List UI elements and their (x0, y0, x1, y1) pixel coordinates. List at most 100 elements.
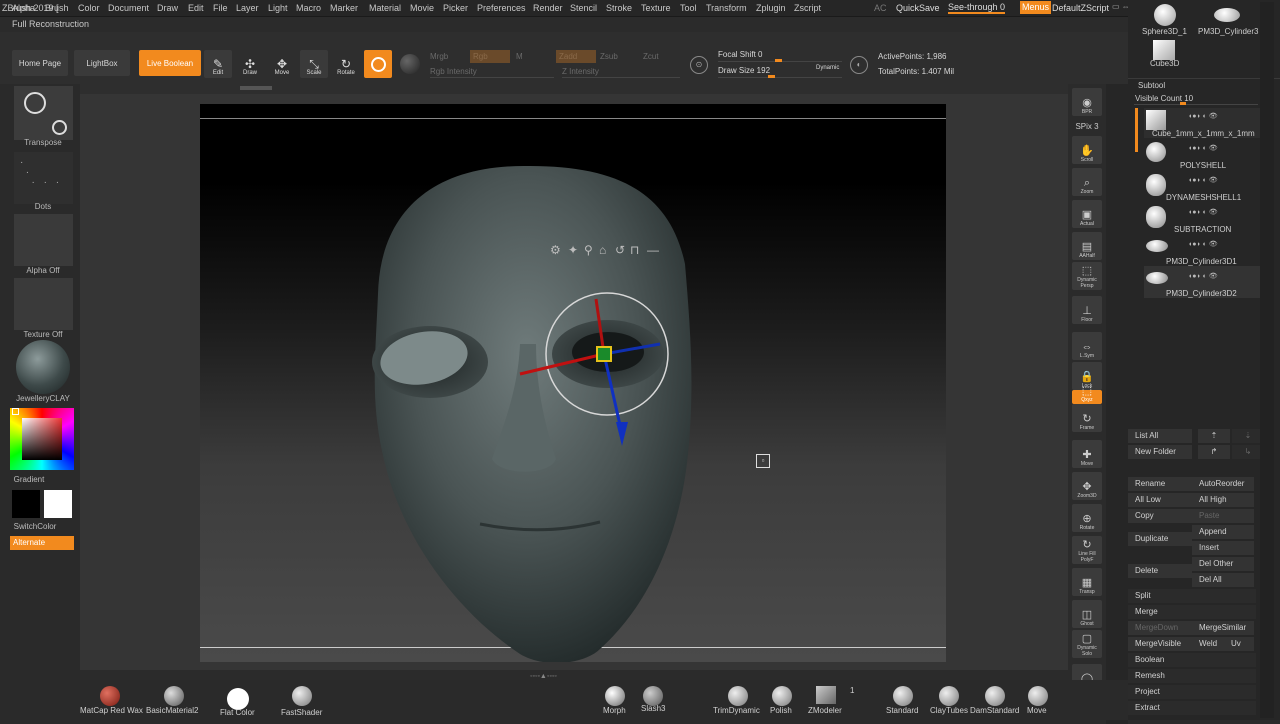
strip-dynamic-persp[interactable]: ⬚ Dynamic Persp (1072, 262, 1102, 290)
matcap-red-wax-label[interactable]: MatCap Red Wax (80, 706, 143, 715)
menu-draw[interactable]: Draw (157, 3, 178, 13)
primary-color-swatch[interactable] (12, 490, 40, 518)
menu-light[interactable]: Light (268, 3, 288, 13)
subtool-5-label[interactable]: PM3D_Cylinder3D1 (1166, 257, 1237, 266)
uv-button[interactable]: Uv (1224, 637, 1254, 651)
gizmo-toggle-button[interactable] (364, 50, 392, 78)
slash3-brush-label[interactable]: Slash3 (641, 704, 665, 713)
claytubes-brush-label[interactable]: ClayTubes (930, 706, 968, 715)
zadd-button[interactable]: Zadd (556, 50, 596, 63)
damstandard-brush-icon[interactable] (985, 686, 1005, 706)
flat-color-icon[interactable] (227, 688, 249, 710)
basic-material-icon[interactable] (164, 686, 184, 706)
alpha-thumb[interactable] (14, 214, 73, 266)
visible-count-handle[interactable] (1180, 102, 1186, 105)
tool-sphere3d-label[interactable]: Sphere3D_1 (1142, 27, 1187, 36)
lazy-mouse-icon[interactable]: ⊙ (690, 56, 708, 74)
all-high-button[interactable]: All High (1192, 493, 1254, 507)
rename-button[interactable]: Rename (1128, 477, 1192, 491)
tool-cube3d-label[interactable]: Cube3D (1150, 59, 1179, 68)
m-button[interactable]: M (516, 52, 523, 61)
strip-move[interactable]: ✚ Move (1072, 440, 1102, 468)
claytubes-brush-icon[interactable] (939, 686, 959, 706)
strip-transp[interactable]: ▦ Transp (1072, 568, 1102, 596)
subtool-5-toggle-icons[interactable]: ◖●◗ ◐ 👁 (1188, 240, 1218, 248)
autoreorder-button[interactable]: AutoReorder (1192, 477, 1254, 491)
canvas-scroll-handle[interactable] (240, 86, 272, 90)
menu-edit[interactable]: Edit (188, 3, 204, 13)
basic-material-label[interactable]: BasicMaterial2 (146, 706, 198, 715)
fast-shader-icon[interactable] (292, 686, 312, 706)
scale-button[interactable]: ⤡ Scale (300, 50, 328, 78)
subtool-6-toggle-icons[interactable]: ◖●◗ ◐ 👁 (1188, 272, 1218, 280)
strip-frame[interactable]: ↻ Frame (1072, 404, 1102, 432)
home-page-button[interactable]: Home Page (12, 50, 68, 76)
menu-texture[interactable]: Texture (641, 3, 671, 13)
remesh-button[interactable]: Remesh (1128, 669, 1256, 683)
strip-aahalf[interactable]: ▤ AAHalf (1072, 232, 1102, 260)
menu-picker[interactable]: Picker (443, 3, 468, 13)
merge-visible-button[interactable]: MergeVisible (1128, 637, 1192, 651)
fast-shader-label[interactable]: FastShader (281, 708, 322, 717)
zmodeler-brush-icon[interactable] (816, 686, 836, 704)
append-button[interactable]: Append (1192, 525, 1254, 539)
sphere3d-thumb-icon[interactable] (1154, 4, 1176, 26)
strip-zoom[interactable]: ⌕ Zoom (1072, 168, 1102, 196)
subtool-3-label[interactable]: DYNAMESHSHELL1 (1166, 193, 1241, 202)
weld-button[interactable]: Weld (1192, 637, 1224, 651)
gizmo-center-icon[interactable] (596, 346, 612, 362)
dynamic-button[interactable]: Dynamic (816, 65, 839, 71)
draw-size-handle[interactable] (768, 75, 775, 78)
draw-size-slider[interactable]: Draw Size 192 (718, 66, 770, 75)
merge-similar-button[interactable]: MergeSimilar (1192, 621, 1254, 635)
gizmo-pin-icon[interactable]: ✦ (568, 243, 578, 257)
strip-line-fill-polyf[interactable]: ↻ Line Fill PolyF (1072, 536, 1102, 564)
menu-stencil[interactable]: Stencil (570, 3, 597, 13)
menu-render[interactable]: Render (533, 3, 563, 13)
standard-brush-icon[interactable] (893, 686, 913, 706)
color-picker[interactable] (10, 408, 74, 470)
mrgb-button[interactable]: Mrgb (430, 52, 448, 61)
menu-brush[interactable]: Brush (45, 3, 69, 13)
right-panel-scrollbar[interactable] (1260, 2, 1274, 718)
gizmo-location-icon[interactable]: ⚲ (584, 243, 593, 257)
see-through-slider[interactable]: See-through 0 (948, 2, 1006, 14)
morph-brush-label[interactable]: Morph (603, 706, 626, 715)
paste-button[interactable]: Paste (1192, 509, 1254, 523)
move-up-icon[interactable]: ⇡ (1198, 429, 1230, 443)
damstandard-brush-label[interactable]: DamStandard (970, 706, 1019, 715)
polish-brush-label[interactable]: Polish (770, 706, 792, 715)
gizmo-home-icon[interactable]: ⌂ (599, 243, 606, 257)
rgb-button[interactable]: Rgb (470, 50, 510, 63)
material-thumb[interactable] (14, 340, 73, 394)
texture-thumb[interactable] (14, 278, 73, 330)
gizmo-minus-icon[interactable]: — (647, 243, 659, 257)
extract-button[interactable]: Extract (1128, 701, 1256, 715)
strip-floor[interactable]: ⊥ Floor (1072, 296, 1102, 324)
polish-brush-icon[interactable] (772, 686, 792, 706)
focal-shift-handle[interactable] (775, 59, 782, 62)
transpose-thumb[interactable] (14, 86, 73, 140)
rotate-button[interactable]: ↻ Rotate (332, 50, 360, 78)
move-button[interactable]: ✥ Move (268, 50, 296, 78)
trim-dynamic-brush-icon[interactable] (728, 686, 748, 706)
duplicate-button[interactable]: Duplicate (1128, 532, 1192, 546)
zcut-button[interactable]: Zcut (643, 52, 659, 61)
project-button[interactable]: Project (1128, 685, 1256, 699)
subtool-3-toggle-icons[interactable]: ◖●◗ ◐ 👁 (1188, 176, 1218, 184)
menus-button[interactable]: Menus (1020, 1, 1052, 14)
dynamic-size-icon[interactable]: ◐ (850, 56, 868, 74)
strip-spix-3[interactable]: SPix 3 (1072, 120, 1102, 132)
menu-tool[interactable]: Tool (680, 3, 697, 13)
morph-brush-icon[interactable] (605, 686, 625, 706)
secondary-color-swatch[interactable] (44, 490, 72, 518)
live-boolean-button[interactable]: Live Boolean (139, 50, 201, 76)
subtool-4-label[interactable]: SUBTRACTION (1174, 225, 1231, 234)
copy-button[interactable]: Copy (1128, 509, 1192, 523)
list-all-button[interactable]: List All (1128, 429, 1192, 443)
subtool-4-toggle-icons[interactable]: ◖●◗ ◐ 👁 (1188, 208, 1218, 216)
menu-marker[interactable]: Marker (330, 3, 358, 13)
trim-dynamic-brush-label[interactable]: TrimDynamic (713, 706, 760, 715)
cube3d-thumb-icon[interactable] (1153, 40, 1175, 60)
matcap-red-wax-icon[interactable] (100, 686, 120, 706)
